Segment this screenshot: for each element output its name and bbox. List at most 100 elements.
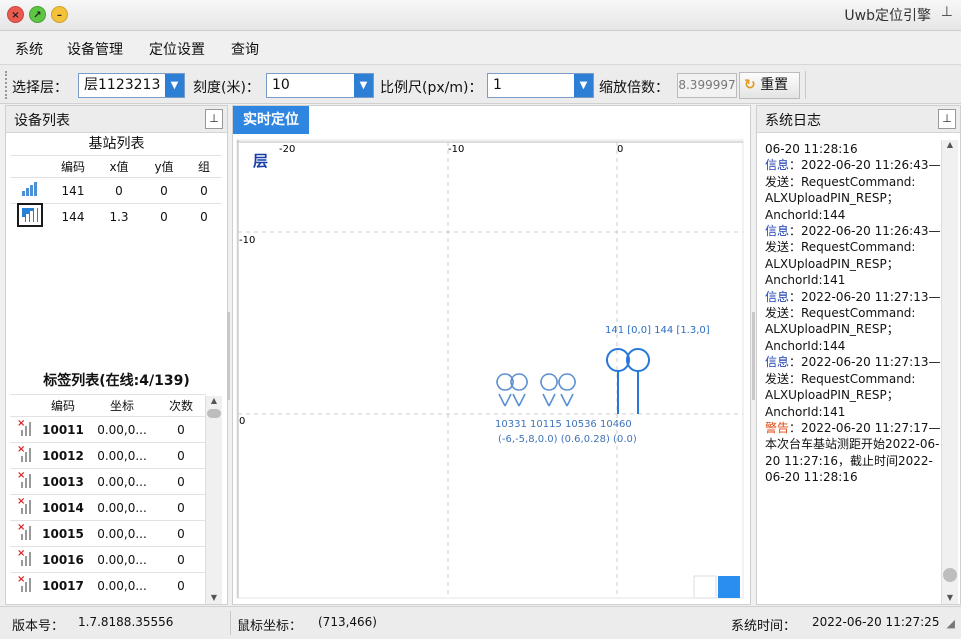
log-level-info: 信息 <box>765 355 790 370</box>
tag-label: 10331 10115 10536 10460 <box>495 419 632 430</box>
tag-code: 10012 <box>38 442 88 469</box>
table-row[interactable]: × 10017 0.00,0... 0 <box>10 572 206 599</box>
tag-offline-icon: × <box>17 574 31 593</box>
anchor-code: 141 <box>50 177 96 204</box>
pin-icon[interactable]: ⊥ <box>938 109 956 129</box>
map-thumbnail-white[interactable] <box>693 575 717 599</box>
log-level-info: 信息 <box>765 289 790 304</box>
close-icon[interactable]: × <box>7 6 24 23</box>
system-log-title: 系统日志 <box>765 113 821 129</box>
tag-coord: 0.00,0... <box>88 520 156 547</box>
map-thumbnail-blue[interactable] <box>718 576 740 598</box>
col-code: 编码 <box>50 155 96 178</box>
toolbar-grip[interactable] <box>5 71 7 99</box>
system-log-header: 系统日志 ⊥ <box>757 106 960 133</box>
mouse-coord-value: (713,466) <box>318 615 377 629</box>
table-row[interactable]: 144 1.3 0 0 <box>10 203 222 230</box>
system-log-panel: 系统日志 ⊥ 06-20 11:28:16 信息：2022-06-20 11:2… <box>756 105 961 605</box>
scroll-down-icon[interactable]: ▼ <box>942 593 958 602</box>
anchor-table: 编码 x值 y值 组 141 0 0 0 144 1.3 0 0 <box>10 155 222 230</box>
version-label: 版本号： <box>12 619 65 634</box>
log-entry: 发送：RequestCommand: ALXUploadPIN_RESP； An… <box>765 240 916 288</box>
log-scrollbar[interactable]: ▲ ▼ <box>941 140 958 604</box>
zoom-label: 缩放倍数： <box>599 80 669 96</box>
chevron-down-icon[interactable]: ▼ <box>165 74 184 97</box>
log-time: ：2022-06-20 11:27:13— <box>789 289 941 304</box>
toolbar: 选择层： 层1123213 ▼ 刻度(米)： 10 ▼ 比例尺(px/m)： 1… <box>0 64 961 104</box>
table-row[interactable]: × 10015 0.00,0... 0 <box>10 520 206 547</box>
menu-query[interactable]: 查询 <box>231 39 259 59</box>
tag-count: 0 <box>156 416 206 443</box>
tag-count: 0 <box>156 572 206 599</box>
pin-icon[interactable]: ⊥ <box>205 109 223 129</box>
ratio-select[interactable]: 1 ▼ <box>487 73 594 98</box>
anchor-y: 0 <box>142 177 186 204</box>
ratio-select-value: 1 <box>493 77 502 93</box>
tag-table: 编码 坐标 次数 × 10011 0.00,0... 0 × 10012 0.0… <box>10 394 206 599</box>
tag-code: 10015 <box>38 520 88 547</box>
device-list-header: 设备列表 ⊥ <box>6 106 227 133</box>
status-divider <box>230 611 231 635</box>
table-row[interactable]: 141 0 0 0 <box>10 177 222 204</box>
scale-select-value: 10 <box>272 77 290 93</box>
tag-offline-icon: × <box>17 470 31 488</box>
x-tick-label: 0 <box>617 144 623 155</box>
x-tick-label: -20 <box>279 144 295 155</box>
scroll-up-icon[interactable]: ▲ <box>206 396 222 405</box>
log-time: ：2022-06-20 11:26:43— <box>789 158 941 173</box>
table-row[interactable]: × 10012 0.00,0... 0 <box>10 442 206 469</box>
anchor-group: 0 <box>186 177 222 204</box>
reset-button-label: 重置 <box>760 77 789 93</box>
zoom-value-field: 8.399997 <box>677 73 737 98</box>
signal-icon <box>22 182 38 196</box>
chevron-down-icon[interactable]: ▼ <box>574 74 593 97</box>
floor-select[interactable]: 层1123213 ▼ <box>78 73 185 98</box>
tag-offline-icon: × <box>17 418 31 436</box>
scale-select[interactable]: 10 ▼ <box>266 73 374 98</box>
y-tick-label: -10 <box>239 235 255 246</box>
tag-offline-icon: × <box>17 444 31 462</box>
tag-coord-label: (-6,-5,8,0.0) (0.6,0.28) (0.0) <box>498 434 637 445</box>
maximize-icon[interactable]: ↗ <box>29 6 46 23</box>
reset-button[interactable]: ↻ 重置 <box>739 72 800 99</box>
scroll-down-icon[interactable]: ▼ <box>206 593 222 602</box>
location-map[interactable]: -20 -10 0 -10 0 层 141 [0,0] 144 [1.3,0] … <box>233 134 752 604</box>
left-splitter[interactable] <box>227 312 230 400</box>
log-time: ：2022-06-20 11:27:13— <box>789 355 941 370</box>
log-list: 06-20 11:28:16 信息：2022-06-20 11:26:43— 发… <box>765 141 941 486</box>
menu-device-management[interactable]: 设备管理 <box>67 39 123 59</box>
table-row[interactable]: × 10014 0.00,0... 0 <box>10 494 206 521</box>
table-row[interactable]: × 10013 0.00,0... 0 <box>10 468 206 495</box>
chevron-down-icon[interactable]: ▼ <box>354 74 373 97</box>
tag-table-header: 编码 坐标 次数 <box>10 394 206 417</box>
menu-bar: 系统 设备管理 定位设置 查询 <box>0 31 961 64</box>
table-row[interactable]: × 10011 0.00,0... 0 <box>10 416 206 443</box>
resize-grip-icon[interactable]: ◢ <box>947 617 955 630</box>
tag-list-scrollbar[interactable]: ▲ ▼ <box>205 396 222 604</box>
scale-label: 刻度(米)： <box>193 80 260 96</box>
scroll-thumb[interactable] <box>943 568 957 582</box>
ratio-label: 比例尺(px/m)： <box>380 80 483 96</box>
log-entry: 发送：RequestCommand: ALXUploadPIN_RESP； An… <box>765 371 916 419</box>
tag-coord: 0.00,0... <box>88 494 156 521</box>
tag-count: 0 <box>156 442 206 469</box>
log-entry: 发送：RequestCommand: ALXUploadPIN_RESP； An… <box>765 174 916 222</box>
table-row[interactable]: × 10016 0.00,0... 0 <box>10 546 206 573</box>
minimize-icon[interactable]: – <box>51 6 68 23</box>
tag-code: 10011 <box>38 416 88 443</box>
version-value: 1.7.8188.35556 <box>78 615 174 629</box>
tag-code: 10017 <box>38 572 88 599</box>
menu-location-settings[interactable]: 定位设置 <box>149 39 205 59</box>
scroll-up-icon[interactable]: ▲ <box>942 140 958 149</box>
log-level-warning: 警告 <box>765 420 790 435</box>
tag-count: 0 <box>156 546 206 573</box>
anchor-x: 1.3 <box>96 203 142 230</box>
tag-coord: 0.00,0... <box>88 468 156 495</box>
right-splitter[interactable] <box>752 312 755 400</box>
anchor-group: 0 <box>186 203 222 230</box>
title-bar: × ↗ – Uwb定位引擎 ⊥ <box>0 0 961 31</box>
tab-realtime-location[interactable]: 实时定位 <box>233 106 309 134</box>
menu-system[interactable]: 系统 <box>15 39 43 59</box>
log-entry: 信息：2022-06-20 11:27:13— <box>765 354 941 370</box>
scroll-thumb[interactable] <box>207 409 221 418</box>
